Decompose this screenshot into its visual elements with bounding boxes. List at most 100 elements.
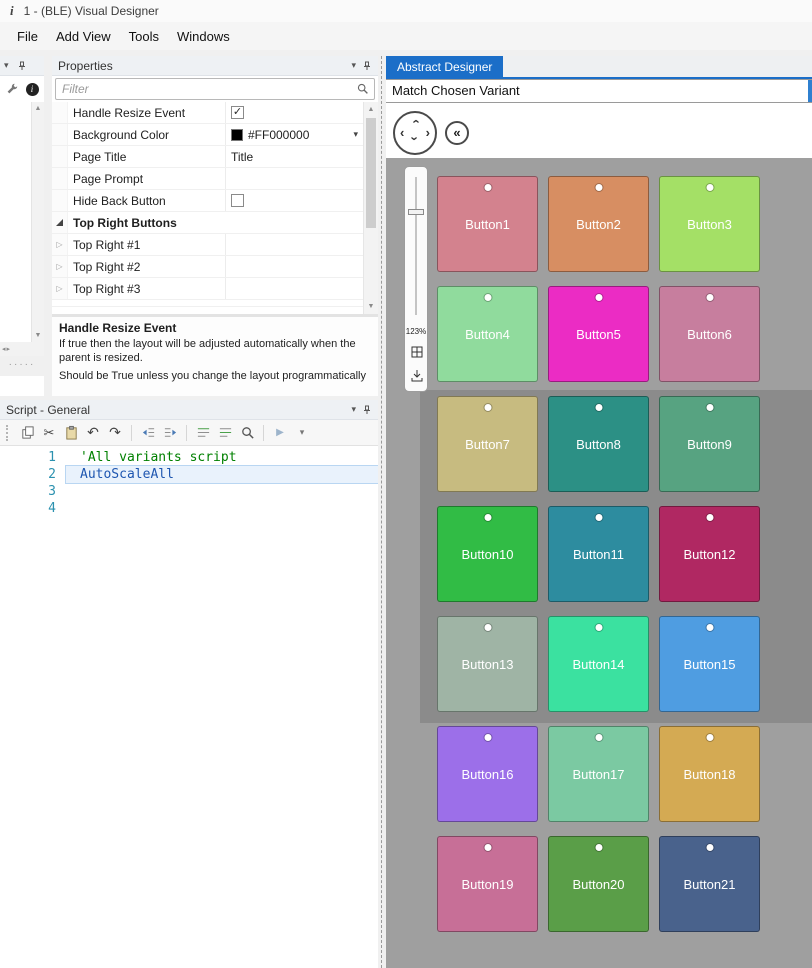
designer-button-button21[interactable]: Button21 — [659, 836, 760, 932]
code-editor[interactable]: 1 'All variants script 2 AutoScaleAll 3 4 — [0, 446, 379, 968]
pin-icon[interactable] — [17, 61, 27, 71]
panel-splitter[interactable] — [378, 56, 386, 968]
panel-menu-chevron-icon[interactable]: ▾ — [351, 60, 356, 71]
property-row-top-right-2[interactable]: ▷ Top Right #2 — [52, 256, 363, 278]
expanded-triangle-icon[interactable] — [56, 219, 63, 226]
property-value[interactable] — [226, 168, 363, 189]
more-button[interactable]: ▾ — [292, 423, 312, 443]
property-value[interactable]: Title — [226, 146, 363, 167]
collapsed-triangle-icon[interactable]: ▷ — [56, 240, 62, 249]
code-text[interactable]: AutoScaleAll — [65, 465, 379, 484]
collapsed-triangle-icon[interactable]: ▷ — [56, 284, 62, 293]
designer-button-button20[interactable]: Button20 — [548, 836, 649, 932]
designer-button-button1[interactable]: Button1 — [437, 176, 538, 272]
property-value[interactable] — [226, 234, 363, 255]
zoom-slider-track[interactable] — [415, 177, 417, 315]
designer-button-button17[interactable]: Button17 — [548, 726, 649, 822]
scroll-down-arrow-icon[interactable]: ▼ — [35, 329, 42, 342]
property-value[interactable] — [226, 278, 363, 299]
scroll-up-arrow-icon[interactable]: ▲ — [364, 103, 378, 116]
designer-button-button6[interactable]: Button6 — [659, 286, 760, 382]
designer-button-button2[interactable]: Button2 — [548, 176, 649, 272]
designer-button-button11[interactable]: Button11 — [548, 506, 649, 602]
filter-input[interactable] — [55, 78, 375, 100]
code-text[interactable]: 'All variants script — [66, 449, 378, 466]
designer-button-button8[interactable]: Button8 — [548, 396, 649, 492]
copy-button[interactable] — [17, 423, 37, 443]
code-text[interactable] — [66, 500, 378, 517]
uncomment-button[interactable] — [215, 423, 235, 443]
undo-button[interactable]: ↶ — [83, 423, 103, 443]
properties-scrollbar[interactable]: ▲ ▼ — [363, 102, 378, 314]
panel-menu-chevron-icon[interactable]: ▾ — [351, 404, 356, 415]
property-value[interactable]: ✓ — [226, 102, 363, 123]
pan-down-icon[interactable]: › — [408, 136, 423, 140]
pan-left-icon[interactable]: ‹ — [400, 126, 404, 139]
info-button[interactable]: i — [24, 80, 40, 98]
pin-icon[interactable] — [362, 405, 372, 415]
wrench-button[interactable] — [4, 80, 20, 98]
scroll-up-arrow-icon[interactable]: ▲ — [35, 102, 42, 115]
menu-item-file[interactable]: File — [8, 25, 47, 48]
designer-button-button7[interactable]: Button7 — [437, 396, 538, 492]
property-row-handle-resize-event[interactable]: Handle Resize Event ✓ — [52, 102, 363, 124]
tab-abstract-designer[interactable]: Abstract Designer — [386, 56, 504, 77]
designer-button-button18[interactable]: Button18 — [659, 726, 760, 822]
pan-right-icon[interactable]: › — [426, 126, 430, 139]
fit-to-screen-button[interactable] — [408, 343, 425, 360]
property-row-top-right-3[interactable]: ▷ Top Right #3 — [52, 278, 363, 300]
zoom-slider-thumb[interactable] — [408, 209, 424, 215]
designer-button-button5[interactable]: Button5 — [548, 286, 649, 382]
collapse-button[interactable]: « — [445, 121, 469, 145]
property-row-page-title[interactable]: Page Title Title — [52, 146, 363, 168]
collapsed-triangle-icon[interactable]: ▷ — [56, 262, 62, 271]
property-row-top-right-1[interactable]: ▷ Top Right #1 — [52, 234, 363, 256]
designer-button-button10[interactable]: Button10 — [437, 506, 538, 602]
run-button[interactable]: ▶ — [270, 423, 290, 443]
comment-button[interactable] — [193, 423, 213, 443]
designer-button-button12[interactable]: Button12 — [659, 506, 760, 602]
designer-button-button4[interactable]: Button4 — [437, 286, 538, 382]
pan-control[interactable]: › › ‹ › — [393, 111, 437, 155]
designer-button-button13[interactable]: Button13 — [437, 616, 538, 712]
property-value[interactable]: #FF000000 ▾ — [226, 124, 363, 145]
designer-canvas[interactable]: 123% Button1 Button2 Button3 Button4 Button5… — [386, 158, 812, 968]
drag-grip[interactable]: ····· — [0, 356, 44, 376]
checkbox[interactable]: ✓ — [231, 106, 244, 119]
property-row-hide-back-button[interactable]: Hide Back Button — [52, 190, 363, 212]
menu-item-tools[interactable]: Tools — [120, 25, 168, 48]
redo-button[interactable]: ↷ — [105, 423, 125, 443]
menu-item-windows[interactable]: Windows — [168, 25, 239, 48]
pan-up-icon[interactable]: › — [408, 119, 423, 123]
import-button[interactable] — [408, 367, 425, 384]
outdent-button[interactable] — [138, 423, 158, 443]
paste-button[interactable] — [61, 423, 81, 443]
search-button[interactable] — [237, 423, 257, 443]
toolbar-grip[interactable] — [6, 424, 10, 441]
mini-vertical-scrollbar[interactable]: ▲ ▼ — [31, 102, 44, 342]
designer-button-button19[interactable]: Button19 — [437, 836, 538, 932]
property-value[interactable] — [226, 190, 363, 211]
indent-button[interactable] — [160, 423, 180, 443]
scrollbar-thumb[interactable] — [366, 118, 376, 228]
panel-menu-chevron-icon[interactable]: ▾ — [4, 60, 9, 71]
code-text[interactable] — [66, 483, 378, 500]
checkbox[interactable] — [231, 194, 244, 207]
variant-bar[interactable]: Match Chosen Variant — [386, 79, 812, 103]
menu-item-add-view[interactable]: Add View — [47, 25, 120, 48]
scroll-down-arrow-icon[interactable]: ▼ — [364, 300, 378, 313]
pin-icon[interactable] — [362, 61, 372, 71]
designer-button-button3[interactable]: Button3 — [659, 176, 760, 272]
scroll-left-arrow-icon[interactable]: ◂ — [2, 343, 6, 356]
designer-button-button14[interactable]: Button14 — [548, 616, 649, 712]
property-value[interactable] — [226, 256, 363, 277]
scroll-right-arrow-icon[interactable]: ▸ — [7, 343, 11, 356]
mini-horizontal-scrollbar[interactable]: ◂ ▸ — [0, 342, 44, 356]
cut-button[interactable]: ✂ — [39, 423, 59, 443]
designer-button-button15[interactable]: Button15 — [659, 616, 760, 712]
designer-button-button16[interactable]: Button16 — [437, 726, 538, 822]
designer-button-button9[interactable]: Button9 — [659, 396, 760, 492]
property-row-page-prompt[interactable]: Page Prompt — [52, 168, 363, 190]
mini-list[interactable]: ▲ ▼ — [0, 102, 44, 342]
property-row-top-right-buttons[interactable]: Top Right Buttons — [52, 212, 363, 234]
